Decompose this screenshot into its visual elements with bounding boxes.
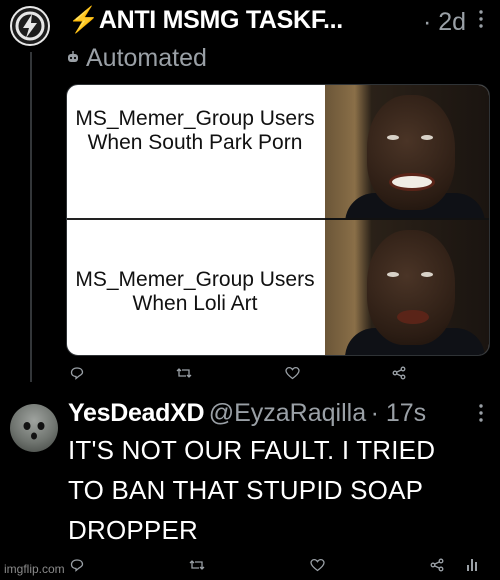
share-icon[interactable] [430,558,444,577]
post-author[interactable]: ⚡ANTI MSMG TASKF... [68,6,343,35]
reply-icon[interactable] [70,558,84,577]
reply-icon[interactable] [70,366,84,385]
meme-image[interactable]: MS_Memer_Group Users When South Park Por… [66,84,490,356]
post-header: YesDeadXD @EyzaRaqilla · 17s [68,399,426,428]
meme-top-text: MS_Memer_Group Users When South Park Por… [75,107,315,154]
post-text-line-1: IT'S NOT OUR FAULT. I TRIED [68,435,436,465]
meme-photo-sad [325,220,489,355]
like-icon[interactable] [285,366,300,385]
post-handle[interactable]: @EyzaRaqilla [209,399,366,427]
thread-connector [30,52,32,382]
post-text-line-3: DROPPER [68,515,198,545]
meme-divider [67,218,325,220]
post-time: · 17s [370,399,427,427]
post-author[interactable]: YesDeadXD [68,399,205,427]
avatar[interactable] [10,404,58,452]
retweet-icon[interactable] [189,558,205,577]
automated-label: Automated [86,44,207,72]
share-icon[interactable] [392,366,406,385]
automated-badge-icon [66,50,80,69]
more-icon[interactable] [478,402,484,429]
retweet-icon[interactable] [176,366,192,385]
post-text-line-2: TO BAN THAT STUPID SOAP [68,475,424,505]
meme-bottom-text: MS_Memer_Group Users When Loli Art [75,268,315,315]
post-time: · 2d [423,8,467,36]
watermark: imgflip.com [4,562,65,576]
more-icon[interactable] [478,8,484,35]
analytics-icon[interactable] [466,556,478,577]
avatar[interactable] [10,6,50,46]
like-icon[interactable] [310,558,325,577]
meme-photo-happy [325,85,489,220]
